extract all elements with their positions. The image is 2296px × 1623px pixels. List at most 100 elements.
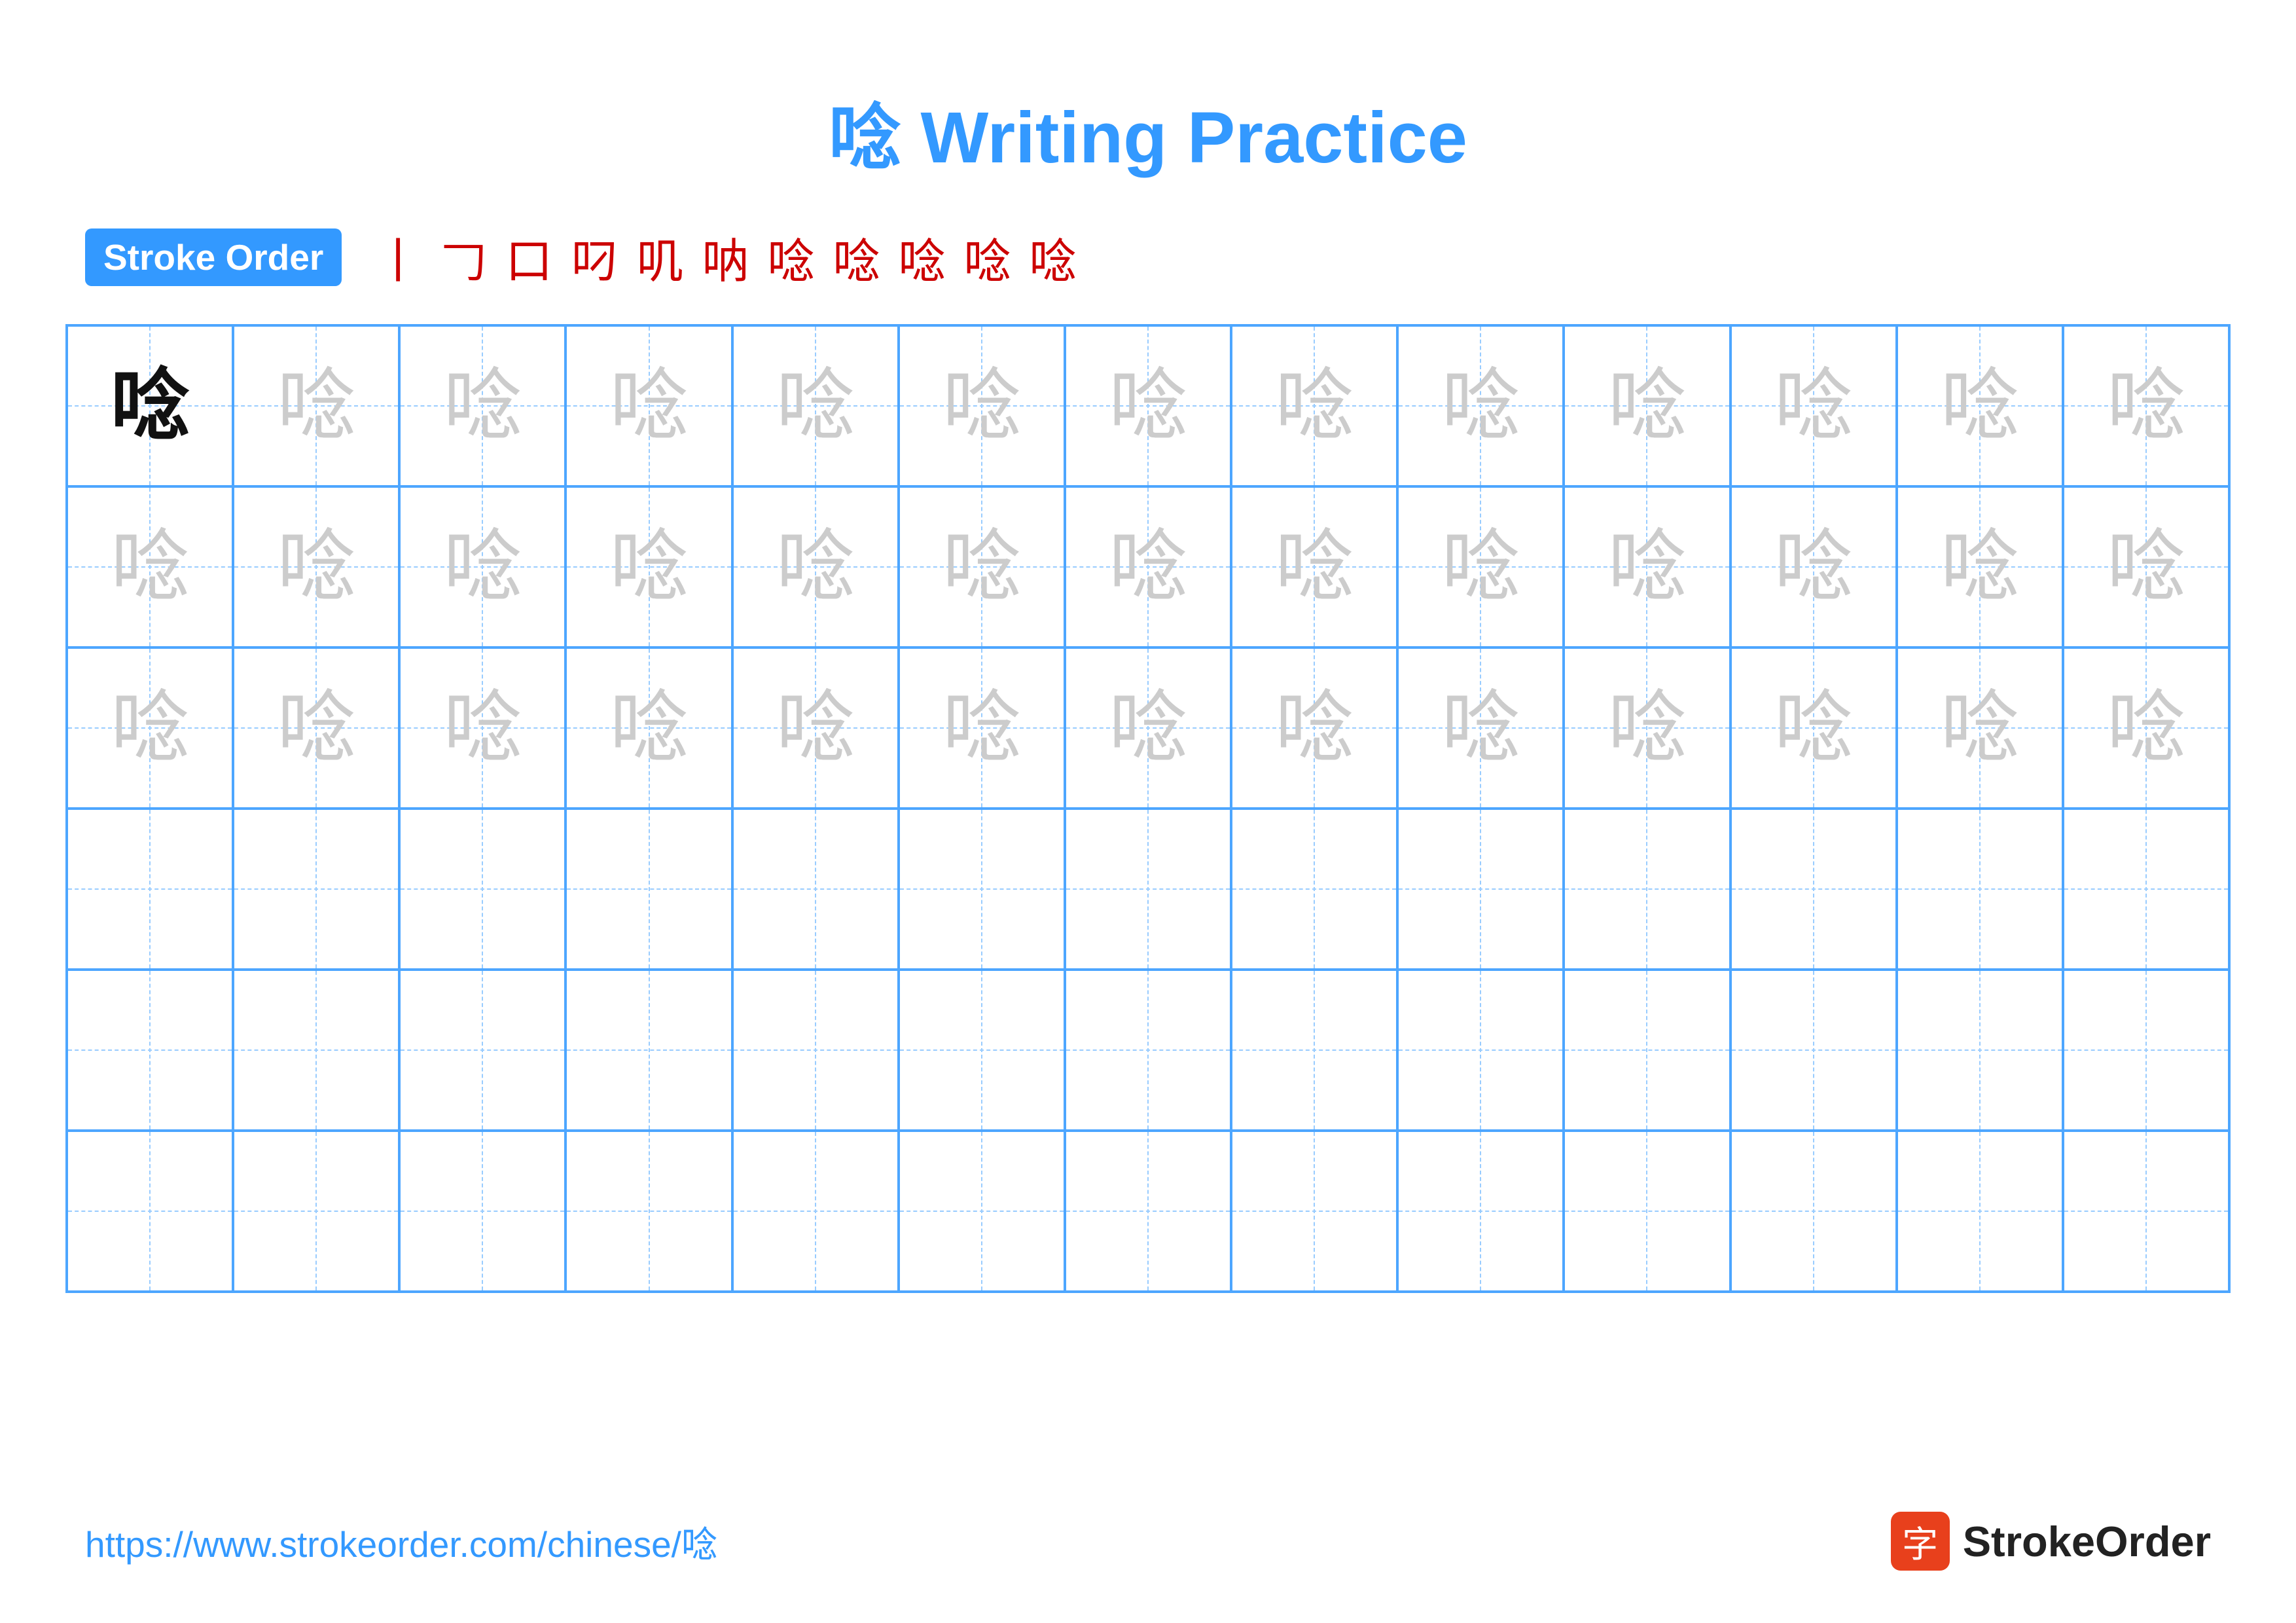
practice-grid[interactable]: 唸唸唸唸唸唸唸唸唸唸唸唸唸唸唸唸唸唸唸唸唸唸唸唸唸唸唸唸唸唸唸唸唸唸唸唸唸唸唸 — [65, 324, 2231, 1293]
grid-cell[interactable] — [1564, 970, 1730, 1131]
char-guide: 唸 — [111, 528, 189, 606]
grid-cell[interactable] — [1231, 809, 1397, 970]
grid-cell[interactable]: 唸 — [2063, 647, 2229, 809]
char-guide: 唸 — [277, 528, 355, 606]
grid-cell[interactable] — [1397, 1131, 1564, 1292]
grid-cell[interactable] — [2063, 1131, 2229, 1292]
stroke-step-1: 丨 — [374, 223, 422, 291]
grid-cell[interactable] — [1065, 970, 1231, 1131]
char-guide: 唸 — [610, 689, 689, 767]
char-guide: 唸 — [443, 689, 522, 767]
grid-cell[interactable] — [233, 809, 399, 970]
grid-cell[interactable]: 唸 — [1897, 647, 2063, 809]
grid-cell[interactable]: 唸 — [233, 647, 399, 809]
grid-cell[interactable] — [1564, 809, 1730, 970]
grid-cell[interactable] — [67, 970, 233, 1131]
grid-cell[interactable]: 唸 — [732, 647, 899, 809]
grid-cell[interactable] — [1231, 1131, 1397, 1292]
grid-cell[interactable]: 唸 — [233, 486, 399, 647]
grid-cell[interactable]: 唸 — [1731, 647, 1897, 809]
grid-cell[interactable] — [399, 809, 565, 970]
grid-cell[interactable]: 唸 — [1564, 647, 1730, 809]
grid-cell[interactable]: 唸 — [565, 486, 732, 647]
grid-cell[interactable] — [732, 1131, 899, 1292]
grid-cell[interactable]: 唸 — [1897, 325, 2063, 486]
char-solid: 唸 — [111, 367, 189, 445]
stroke-step-4: 叼 — [571, 223, 618, 291]
grid-cell[interactable] — [899, 970, 1065, 1131]
grid-cell[interactable]: 唸 — [1231, 486, 1397, 647]
char-guide: 唸 — [111, 689, 189, 767]
grid-cell[interactable]: 唸 — [1397, 486, 1564, 647]
grid-cell[interactable]: 唸 — [399, 486, 565, 647]
grid-cell[interactable]: 唸 — [1397, 325, 1564, 486]
char-guide: 唸 — [776, 367, 855, 445]
grid-cell[interactable]: 唸 — [67, 325, 233, 486]
grid-cell[interactable] — [565, 970, 732, 1131]
grid-cell[interactable]: 唸 — [732, 486, 899, 647]
char-guide: 唸 — [1109, 367, 1187, 445]
grid-cell[interactable] — [565, 1131, 732, 1292]
char-guide: 唸 — [942, 689, 1021, 767]
grid-cell[interactable] — [899, 1131, 1065, 1292]
char-guide: 唸 — [942, 367, 1021, 445]
logo-icon: 字 — [1891, 1512, 1950, 1571]
grid-cell[interactable]: 唸 — [67, 647, 233, 809]
grid-cell[interactable]: 唸 — [1564, 486, 1730, 647]
grid-cell[interactable]: 唸 — [565, 325, 732, 486]
logo-name: StrokeOrder — [1963, 1517, 2211, 1566]
grid-cell[interactable] — [1231, 970, 1397, 1131]
grid-cell[interactable] — [233, 970, 399, 1131]
grid-cell[interactable] — [1731, 809, 1897, 970]
grid-cell[interactable]: 唸 — [1065, 325, 1231, 486]
grid-cell[interactable] — [1897, 809, 2063, 970]
grid-cell[interactable]: 唸 — [2063, 325, 2229, 486]
grid-cell[interactable] — [1065, 1131, 1231, 1292]
grid-cell[interactable]: 唸 — [2063, 486, 2229, 647]
grid-cell[interactable]: 唸 — [233, 325, 399, 486]
grid-cell[interactable] — [1731, 970, 1897, 1131]
grid-cell[interactable] — [67, 809, 233, 970]
stroke-step-9: 唸 — [898, 223, 945, 291]
grid-cell[interactable] — [1731, 1131, 1897, 1292]
grid-cell[interactable] — [1897, 970, 2063, 1131]
grid-cell[interactable]: 唸 — [399, 647, 565, 809]
grid-cell[interactable] — [1897, 1131, 2063, 1292]
char-guide: 唸 — [443, 367, 522, 445]
char-guide: 唸 — [277, 367, 355, 445]
grid-cell[interactable] — [1065, 809, 1231, 970]
grid-cell[interactable]: 唸 — [399, 325, 565, 486]
grid-cell[interactable] — [565, 809, 732, 970]
grid-cell[interactable] — [732, 809, 899, 970]
stroke-step-8: 唸 — [833, 223, 880, 291]
grid-cell[interactable] — [1564, 1131, 1730, 1292]
grid-cell[interactable]: 唸 — [899, 325, 1065, 486]
grid-cell[interactable] — [399, 1131, 565, 1292]
grid-cell[interactable]: 唸 — [1231, 647, 1397, 809]
grid-cell[interactable]: 唸 — [1731, 325, 1897, 486]
grid-cell[interactable]: 唸 — [1065, 486, 1231, 647]
grid-cell[interactable]: 唸 — [899, 647, 1065, 809]
grid-cell[interactable]: 唸 — [1564, 325, 1730, 486]
grid-cell[interactable] — [2063, 809, 2229, 970]
grid-cell[interactable]: 唸 — [67, 486, 233, 647]
grid-cell[interactable] — [399, 970, 565, 1131]
grid-cell[interactable] — [2063, 970, 2229, 1131]
grid-cell[interactable]: 唸 — [1731, 486, 1897, 647]
grid-cell[interactable] — [899, 809, 1065, 970]
grid-cell[interactable] — [233, 1131, 399, 1292]
grid-cell[interactable]: 唸 — [899, 486, 1065, 647]
grid-cell[interactable] — [67, 1131, 233, 1292]
char-guide: 唸 — [443, 528, 522, 606]
grid-cell[interactable] — [1397, 970, 1564, 1131]
grid-cell[interactable] — [732, 970, 899, 1131]
char-guide: 唸 — [1109, 528, 1187, 606]
grid-cell[interactable]: 唸 — [1065, 647, 1231, 809]
grid-cell[interactable]: 唸 — [1397, 647, 1564, 809]
grid-cell[interactable] — [1397, 809, 1564, 970]
grid-cell[interactable]: 唸 — [732, 325, 899, 486]
grid-cell[interactable]: 唸 — [565, 647, 732, 809]
char-guide: 唸 — [1441, 689, 1520, 767]
grid-cell[interactable]: 唸 — [1897, 486, 2063, 647]
grid-cell[interactable]: 唸 — [1231, 325, 1397, 486]
